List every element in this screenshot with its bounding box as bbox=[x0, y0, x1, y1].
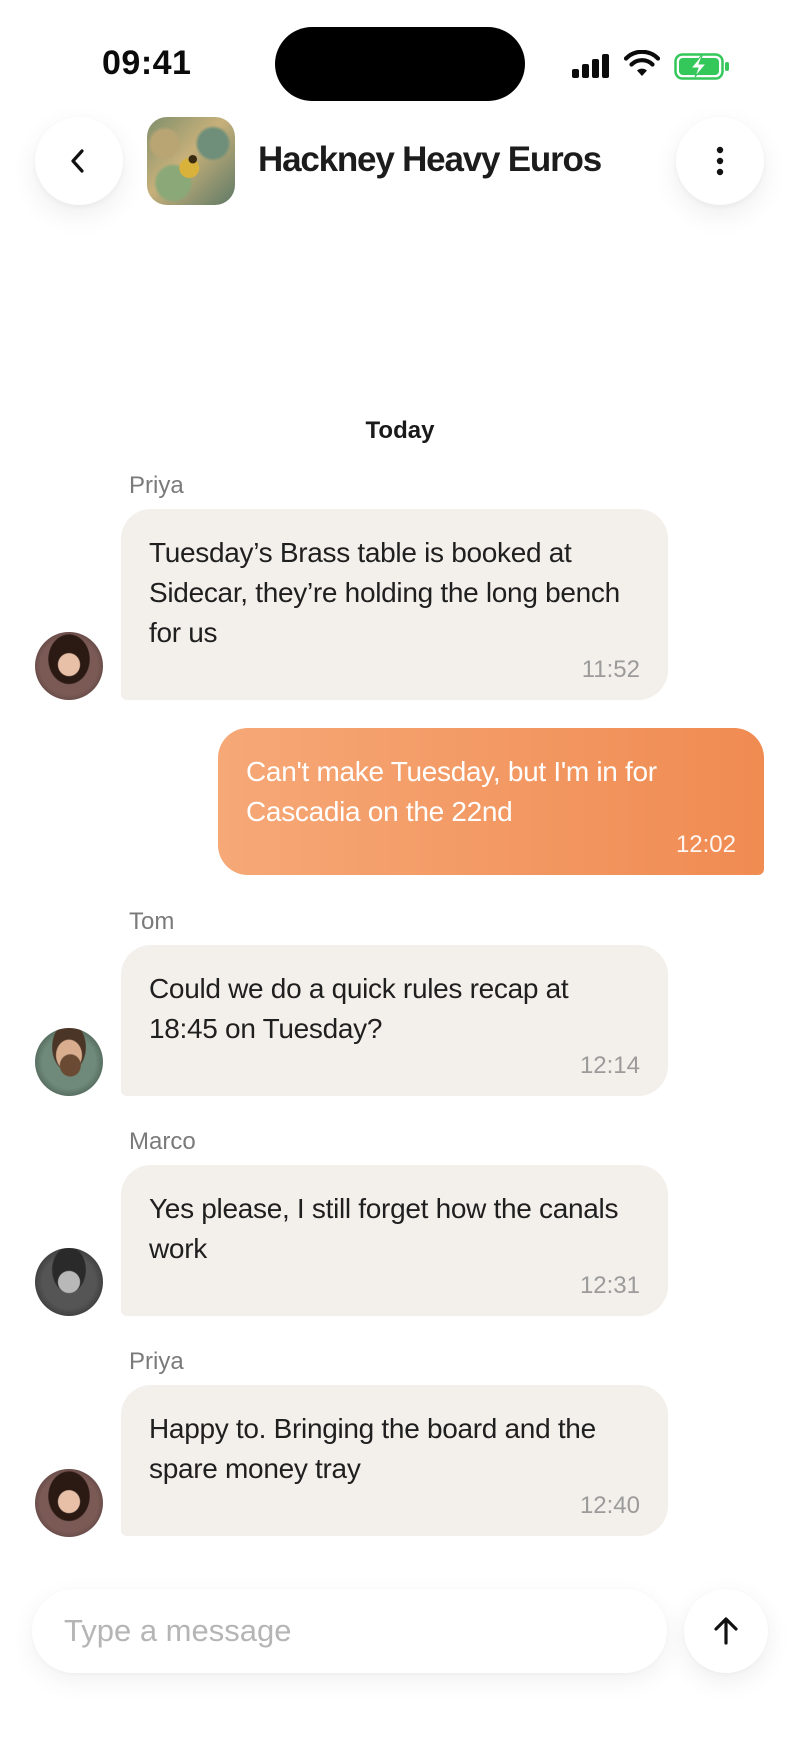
message-time: 12:40 bbox=[579, 1492, 640, 1519]
message-text: Tuesday’s Brass table is booked at Sidec… bbox=[149, 537, 620, 648]
chevron-left-icon bbox=[71, 149, 84, 173]
message-input[interactable] bbox=[32, 1589, 667, 1673]
sender-name: Priya bbox=[129, 1348, 184, 1375]
message-text: Can't make Tuesday, but I'm in for Casca… bbox=[246, 756, 657, 827]
status-icons bbox=[572, 48, 732, 82]
chat-screen: 09:41 Hackney Heavy Euros Today Priya Tu… bbox=[0, 0, 800, 1739]
back-button[interactable] bbox=[35, 117, 123, 205]
avatar[interactable] bbox=[35, 1248, 103, 1316]
chat-title[interactable]: Hackney Heavy Euros bbox=[258, 140, 602, 180]
signal-icon bbox=[572, 54, 612, 78]
sender-name: Tom bbox=[129, 908, 175, 935]
group-avatar[interactable] bbox=[147, 117, 235, 205]
message-bubble[interactable]: Could we do a quick rules recap at 18:45… bbox=[121, 945, 668, 1096]
status-time: 09:41 bbox=[102, 44, 192, 82]
avatar[interactable] bbox=[35, 632, 103, 700]
sender-name: Priya bbox=[129, 472, 184, 499]
day-separator: Today bbox=[365, 417, 435, 444]
message-time: 12:31 bbox=[579, 1272, 640, 1299]
send-button[interactable] bbox=[684, 1589, 768, 1673]
message-time: 12:02 bbox=[675, 831, 736, 858]
message-time: 11:52 bbox=[581, 656, 640, 683]
message-text: Yes please, I still forget how the canal… bbox=[149, 1193, 619, 1264]
battery-charging-icon bbox=[674, 53, 729, 80]
message-time: 12:14 bbox=[579, 1052, 640, 1079]
more-vertical-icon bbox=[716, 146, 724, 176]
more-options-button[interactable] bbox=[676, 117, 764, 205]
avatar[interactable] bbox=[35, 1469, 103, 1537]
dynamic-island bbox=[275, 27, 525, 101]
wifi-icon bbox=[624, 50, 660, 76]
avatar[interactable] bbox=[35, 1028, 103, 1096]
message-text: Could we do a quick rules recap at 18:45… bbox=[149, 973, 569, 1044]
message-bubble[interactable]: Happy to. Bringing the board and the spa… bbox=[121, 1385, 668, 1536]
arrow-up-icon bbox=[714, 1617, 738, 1645]
sender-name: Marco bbox=[129, 1128, 196, 1155]
outgoing-message-bubble[interactable]: Can't make Tuesday, but I'm in for Casca… bbox=[218, 728, 764, 875]
message-bubble[interactable]: Yes please, I still forget how the canal… bbox=[121, 1165, 668, 1316]
message-text: Happy to. Bringing the board and the spa… bbox=[149, 1413, 596, 1484]
message-bubble[interactable]: Tuesday’s Brass table is booked at Sidec… bbox=[121, 509, 668, 700]
